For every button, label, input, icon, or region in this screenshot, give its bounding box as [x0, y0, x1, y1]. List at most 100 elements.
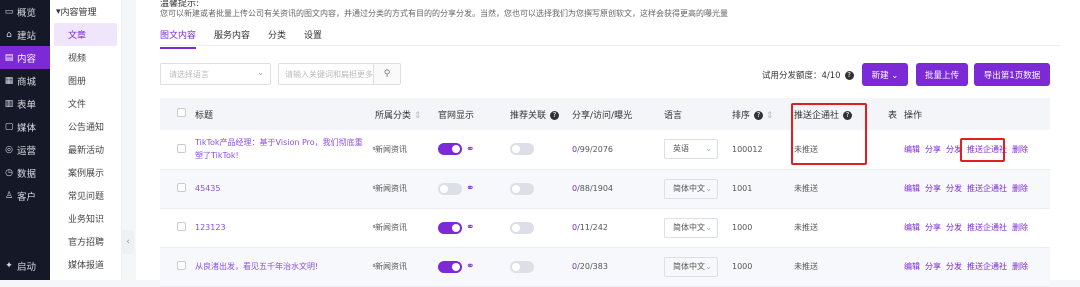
op-link-2[interactable]: 分发: [946, 184, 962, 193]
row-checkbox[interactable]: [177, 143, 186, 153]
op-link-2[interactable]: 分发: [946, 262, 962, 271]
left-nav-label: 运营: [17, 145, 37, 157]
op-link-4[interactable]: 删除: [1012, 145, 1028, 154]
op-link-1[interactable]: 分享: [925, 184, 941, 193]
extra-cell: [888, 208, 904, 248]
op-link-4[interactable]: 删除: [1012, 223, 1028, 232]
left-nav-label: 商城: [17, 76, 37, 88]
sub-nav-item-8[interactable]: 业务知识: [50, 207, 121, 230]
left-nav-item-1[interactable]: ⌂ 建站: [0, 23, 50, 46]
left-nav-item-3[interactable]: ▦ 商城: [0, 69, 50, 92]
nav-icon: ◎: [5, 144, 13, 155]
left-nav-item-6[interactable]: ◎ 运营: [0, 138, 50, 161]
help-icon[interactable]: ?: [754, 110, 764, 120]
sub-nav-item-2[interactable]: 图册: [50, 69, 121, 92]
column-header: 标题: [195, 98, 375, 130]
op-link-4[interactable]: 删除: [1012, 262, 1028, 271]
recommend-toggle[interactable]: [510, 143, 534, 156]
op-link-0[interactable]: 编辑: [904, 145, 920, 154]
link-icon[interactable]: ⚭: [466, 144, 474, 155]
language-dropdown[interactable]: 简体中文 ⌄: [664, 217, 718, 238]
sub-nav-item-4[interactable]: 公告通知: [50, 115, 121, 138]
language-dropdown[interactable]: 简体中文 ⌄: [664, 256, 718, 277]
sub-nav-item-5[interactable]: 最新活动: [50, 138, 121, 161]
collapse-handle-icon[interactable]: ‹: [122, 230, 134, 254]
op-link-0[interactable]: 编辑: [904, 184, 920, 193]
recommend-cell: [510, 130, 572, 170]
op-link-0[interactable]: 编辑: [904, 223, 920, 232]
op-link-4[interactable]: 删除: [1012, 184, 1028, 193]
highlight-push-action: [960, 138, 1005, 162]
left-nav-item-0[interactable]: ▭ 概览: [0, 0, 50, 23]
export-button[interactable]: 导出第1页数据: [974, 63, 1050, 86]
sub-nav-item-1[interactable]: 视频: [50, 46, 121, 69]
row-checkbox[interactable]: [177, 222, 186, 231]
chevron-down-icon: ⌄: [705, 222, 712, 232]
select-all-checkbox[interactable]: [177, 108, 186, 117]
sort-icon[interactable]: ⇕: [411, 111, 422, 121]
site-show-cell: ⚭: [438, 208, 510, 248]
op-link-2[interactable]: 分发: [946, 223, 962, 232]
recommend-toggle[interactable]: [510, 221, 534, 234]
site-show-toggle[interactable]: [438, 260, 462, 273]
op-link-3[interactable]: 推送企通社: [967, 184, 1007, 193]
column-header-label: 操作: [904, 110, 923, 121]
recommend-toggle[interactable]: [510, 182, 534, 195]
row-checkbox[interactable]: [177, 261, 186, 270]
article-title-link[interactable]: TikTok产品经理：基于Vision Pro，我们彻底重塑了TikTok!: [195, 136, 367, 162]
nav-icon: ▦: [4, 75, 14, 86]
quota-text: 试用分发额度：4/10?: [762, 69, 854, 81]
op-link-3[interactable]: 推送企通社: [967, 223, 1007, 232]
title-cell: 从良渚出发，看见五千年治水文明!⚭: [195, 247, 375, 287]
article-title-link[interactable]: 从良渚出发，看见五千年治水文明!: [195, 260, 367, 273]
sub-nav-header[interactable]: ▾ 内容管理: [50, 0, 121, 23]
help-icon[interactable]: ?: [550, 110, 560, 120]
sort-icon[interactable]: ⇕: [763, 111, 774, 121]
new-button[interactable]: 新建 ⌄: [862, 63, 908, 86]
sub-nav-item-6[interactable]: 案例展示: [50, 161, 121, 184]
site-show-toggle[interactable]: [438, 143, 462, 156]
language-cell: 英语 ⌄: [664, 130, 732, 170]
article-title-link[interactable]: 123123: [195, 221, 367, 234]
recommend-toggle[interactable]: [510, 260, 534, 273]
link-icon[interactable]: ⚭: [466, 261, 474, 272]
left-nav-item-2[interactable]: ▤ 内容: [0, 46, 50, 69]
search-icon[interactable]: ⚲: [373, 63, 401, 85]
left-nav-item-5[interactable]: ▢ 媒体: [0, 115, 50, 138]
batch-upload-button[interactable]: 批量上传: [916, 63, 968, 86]
left-nav-item-7[interactable]: ◷ 数据: [0, 161, 50, 184]
sub-nav-item-9[interactable]: 官方招聘: [50, 230, 121, 253]
language-value: 英语: [673, 144, 689, 154]
site-show-cell: ⚭: [438, 169, 510, 209]
left-nav-label: 概览: [17, 7, 37, 19]
column-header: 排序? ⇕: [732, 98, 794, 130]
link-icon[interactable]: ⚭: [466, 222, 474, 233]
op-link-0[interactable]: 编辑: [904, 262, 920, 271]
site-show-toggle[interactable]: [438, 221, 462, 234]
op-link-1[interactable]: 分享: [925, 223, 941, 232]
language-dropdown[interactable]: 简体中文 ⌄: [664, 178, 718, 199]
row-checkbox[interactable]: [177, 183, 186, 192]
sub-nav-item-3[interactable]: 文件: [50, 92, 121, 115]
language-dropdown[interactable]: 英语 ⌄: [664, 139, 718, 160]
op-link-1[interactable]: 分享: [925, 145, 941, 154]
left-nav-item-4[interactable]: ▥ 表单: [0, 92, 50, 115]
search-input[interactable]: 请输入关键词和扁担更多: [278, 63, 374, 85]
language-select[interactable]: 请选择语言 ⌄: [160, 63, 271, 85]
sub-nav-item-10[interactable]: 媒体报道: [50, 253, 121, 276]
sub-nav-item-0[interactable]: 文章: [54, 23, 117, 46]
operations-cell: 编辑 分享 分发 推送企通社 删除: [904, 208, 1050, 248]
column-header: 表: [888, 98, 904, 130]
left-nav-item-8[interactable]: ♙ 客户: [0, 184, 50, 207]
link-icon[interactable]: ⚭: [466, 183, 474, 194]
launch-button[interactable]: ✦ 启动: [0, 254, 50, 277]
column-header: 所属分类 ⇕: [375, 98, 438, 130]
op-link-3[interactable]: 推送企通社: [967, 262, 1007, 271]
left-nav-label: 客户: [17, 191, 37, 203]
op-link-1[interactable]: 分享: [925, 262, 941, 271]
column-header-label: 官网显示: [438, 110, 475, 121]
sub-nav-item-7[interactable]: 常见问题: [50, 184, 121, 207]
site-show-toggle[interactable]: [438, 182, 462, 195]
article-title-link[interactable]: 45435: [195, 182, 367, 195]
help-icon[interactable]: ?: [844, 71, 854, 80]
